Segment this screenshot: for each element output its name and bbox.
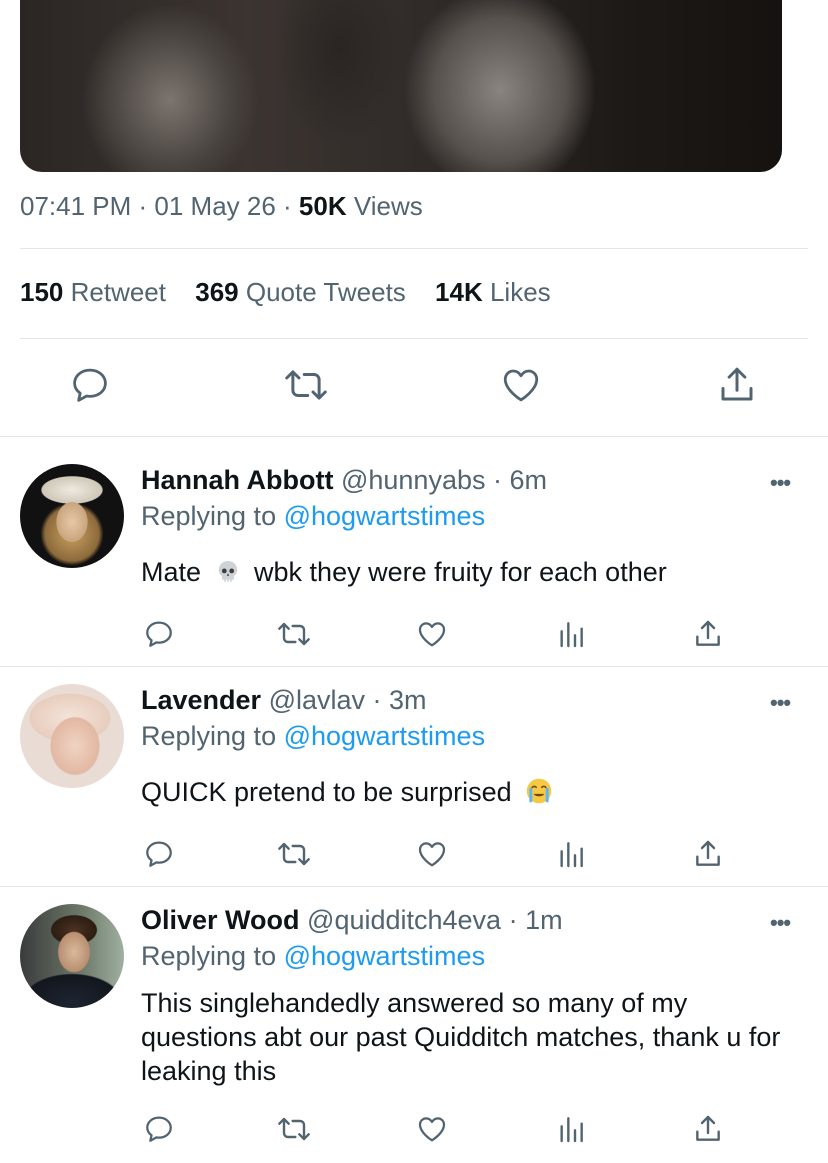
reply-tweet[interactable]: Hannah Abbott @hunnyabs · 6m ••• Replyin… [0, 437, 828, 666]
reply-icon[interactable] [143, 1113, 175, 1145]
retweet-icon[interactable] [276, 1113, 312, 1145]
avatar[interactable] [20, 904, 124, 1008]
replying-to: Replying to @hogwartstimes [141, 941, 486, 971]
retweet-icon[interactable] [276, 618, 312, 650]
analytics-icon[interactable] [555, 618, 587, 650]
author-handle-time: @hunnyabs · 6m [333, 465, 547, 495]
views-count: 50K [298, 191, 347, 221]
quote-tweets-stat[interactable]: 369 Quote Tweets [195, 277, 406, 307]
divider [20, 248, 808, 249]
skull-emoji [215, 559, 241, 593]
replying-to: Replying to @hogwartstimes [141, 501, 486, 531]
replying-to-link[interactable]: @hogwartstimes [284, 501, 485, 531]
replying-to-link[interactable]: @hogwartstimes [284, 941, 485, 971]
tweet-action-bar [0, 364, 828, 412]
share-icon[interactable] [716, 364, 758, 406]
reply-action-bar [0, 1113, 828, 1147]
reply-action-bar [0, 838, 828, 872]
more-options-icon[interactable]: ••• [770, 470, 791, 496]
reply-icon[interactable] [143, 618, 175, 650]
analytics-icon[interactable] [555, 1113, 587, 1145]
retweet-icon[interactable] [283, 364, 329, 406]
reply-text: This singlehandedly answered so many of … [141, 988, 781, 1086]
author-handle-time: @lavlav · 3m [261, 685, 427, 715]
reply-tweet[interactable]: Oliver Wood @quidditch4eva · 1m ••• Repl… [0, 887, 828, 1163]
reply-action-bar [0, 618, 828, 652]
avatar[interactable] [20, 684, 124, 788]
tweet-date: 01 May 26 [154, 191, 276, 221]
share-icon[interactable] [692, 1113, 724, 1145]
replying-to-link[interactable]: @hogwartstimes [284, 721, 485, 751]
retweet-stat[interactable]: 150 Retweet [20, 277, 166, 307]
more-options-icon[interactable]: ••• [770, 690, 791, 716]
retweet-icon[interactable] [276, 838, 312, 870]
like-icon[interactable] [500, 364, 542, 406]
views-label: Views [346, 191, 423, 221]
divider [20, 338, 808, 339]
avatar[interactable] [20, 464, 124, 568]
tweet-time: 07:41 PM [20, 191, 132, 221]
reply-icon[interactable] [69, 364, 111, 406]
author-name[interactable]: Hannah Abbott [141, 465, 333, 495]
analytics-icon[interactable] [555, 838, 587, 870]
reply-text: Mate wbk they were fruity for each other [141, 555, 801, 593]
like-icon[interactable] [416, 618, 448, 650]
tweet-media-image[interactable] [20, 0, 782, 172]
tweet-stats: 150 Retweet 369 Quote Tweets 14K Likes [20, 277, 573, 308]
tweet-meta: 07:41 PM · 01 May 26 · 50K Views [20, 191, 423, 221]
share-icon[interactable] [692, 618, 724, 650]
reply-icon[interactable] [143, 838, 175, 870]
author-handle-time: @quidditch4eva · 1m [299, 905, 563, 935]
share-icon[interactable] [692, 838, 724, 870]
reply-text: QUICK pretend to be surprised [141, 775, 801, 813]
reply-tweet[interactable]: Lavender @lavlav · 3m ••• Replying to @h… [0, 667, 828, 886]
more-options-icon[interactable]: ••• [770, 910, 791, 936]
replying-to: Replying to @hogwartstimes [141, 721, 486, 751]
like-icon[interactable] [416, 838, 448, 870]
crying-face-emoji [525, 777, 553, 813]
author-name[interactable]: Lavender [141, 685, 261, 715]
author-name[interactable]: Oliver Wood [141, 905, 300, 935]
like-icon[interactable] [416, 1113, 448, 1145]
likes-stat[interactable]: 14K Likes [435, 277, 551, 307]
